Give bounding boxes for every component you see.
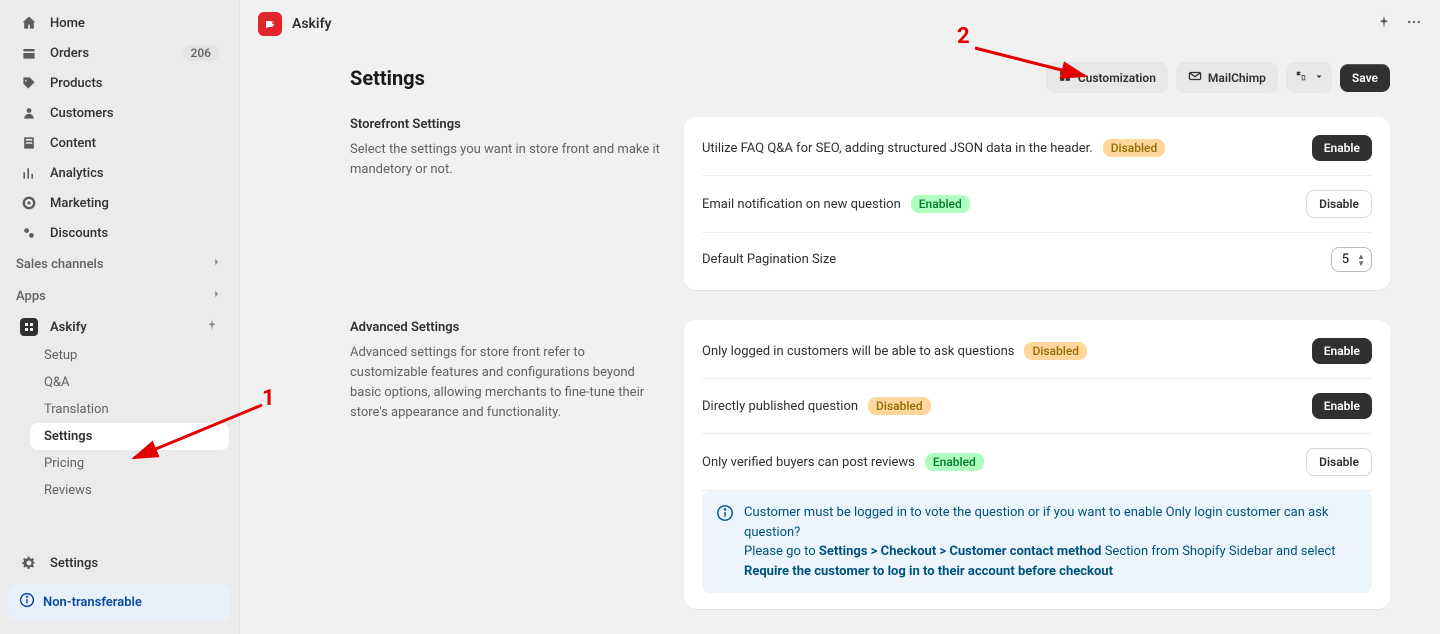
nav-label: Settings (50, 556, 98, 571)
nav-analytics[interactable]: Analytics (6, 158, 233, 188)
nav-content[interactable]: Content (6, 128, 233, 158)
section-title: Advanced Settings (350, 320, 660, 335)
nav-home[interactable]: Home (6, 8, 233, 38)
nav-label: Products (50, 76, 102, 91)
page-title: Settings (350, 66, 425, 90)
products-icon (20, 74, 38, 92)
nav-customers[interactable]: Customers (6, 98, 233, 128)
nav-discounts[interactable]: Discounts (6, 218, 233, 248)
content-icon (20, 134, 38, 152)
annotation-2: 2 (957, 24, 970, 49)
app-label: Askify (50, 320, 87, 335)
nav-settings[interactable]: Settings (6, 548, 233, 578)
nav-label: Marketing (50, 196, 109, 211)
non-transferable-badge[interactable]: Non-transferable (8, 584, 231, 620)
nav-label: Orders (50, 46, 89, 61)
nav-products[interactable]: Products (6, 68, 233, 98)
info-text: Customer must be logged in to vote the q… (744, 503, 1358, 581)
stepper-value: 5 (1342, 252, 1349, 267)
setting-row: Directly published question Disabled Ena… (702, 379, 1372, 434)
info-icon (716, 504, 734, 581)
nav-marketing[interactable]: Marketing (6, 188, 233, 218)
translate-button[interactable] (1286, 62, 1332, 93)
status-badge: Disabled (868, 397, 931, 415)
home-icon (20, 14, 38, 32)
sub-qa[interactable]: Q&A (30, 369, 233, 396)
annotation-1: 1 (262, 386, 275, 411)
chevron-down-icon (1314, 71, 1324, 85)
section-desc: Select the settings you want in store fr… (350, 140, 660, 180)
row-text: Email notification on new question (702, 197, 901, 212)
status-badge: Enabled (911, 195, 970, 213)
setting-row: Only logged in customers will be able to… (702, 324, 1372, 379)
section-label: Apps (16, 289, 46, 304)
main: Askify Settings Customization MailChimp (240, 0, 1440, 634)
status-badge: Enabled (925, 453, 984, 471)
advanced-card: Only logged in customers will be able to… (684, 320, 1390, 609)
enable-button[interactable]: Enable (1312, 338, 1372, 364)
customers-icon (20, 104, 38, 122)
chevron-right-icon (211, 288, 223, 304)
status-badge: Disabled (1024, 342, 1087, 360)
more-icon[interactable] (1406, 14, 1422, 34)
page-header: Settings Customization MailChimp Save (350, 62, 1390, 93)
askify-app-icon (20, 318, 38, 336)
askify-logo (258, 12, 282, 36)
stepper-arrows[interactable]: ▲▼ (1357, 253, 1365, 267)
setting-row: Utilize FAQ Q&A for SEO, adding structur… (702, 121, 1372, 176)
topbar-app-name: Askify (292, 16, 332, 32)
nav-label: Customers (50, 106, 114, 121)
sub-setup[interactable]: Setup (30, 342, 233, 369)
marketing-icon (20, 194, 38, 212)
disable-button[interactable]: Disable (1306, 448, 1372, 476)
section-label: Sales channels (16, 257, 104, 272)
row-text: Only verified buyers can post reviews (702, 455, 915, 470)
info-box: Customer must be logged in to vote the q… (702, 491, 1372, 593)
pin-icon[interactable] (1376, 14, 1392, 34)
nav-label: Discounts (50, 226, 108, 241)
row-text: Default Pagination Size (702, 252, 836, 267)
gear-icon (20, 554, 38, 572)
row-text: Directly published question (702, 399, 858, 414)
storefront-section: Storefront Settings Select the settings … (350, 117, 1390, 290)
analytics-icon (20, 164, 38, 182)
disable-button[interactable]: Disable (1306, 190, 1372, 218)
annotation-arrow-1 (122, 400, 272, 470)
mail-icon (1188, 69, 1202, 86)
sub-reviews[interactable]: Reviews (30, 477, 233, 504)
advanced-section: Advanced Settings Advanced settings for … (350, 320, 1390, 609)
save-button[interactable]: Save (1340, 64, 1390, 92)
storefront-card: Utilize FAQ Q&A for SEO, adding structur… (684, 117, 1390, 290)
non-transfer-label: Non-transferable (43, 595, 142, 610)
setting-row: Only verified buyers can post reviews En… (702, 434, 1372, 491)
pin-icon[interactable] (205, 318, 219, 336)
section-desc: Advanced settings for store front refer … (350, 343, 660, 424)
apps-header[interactable]: Apps (0, 280, 239, 312)
enable-button[interactable]: Enable (1312, 393, 1372, 419)
app-askify[interactable]: Askify (6, 312, 233, 342)
discounts-icon (20, 224, 38, 242)
orders-badge: 206 (183, 45, 219, 61)
chevron-right-icon (211, 256, 223, 272)
annotation-arrow-2 (970, 40, 1100, 86)
row-text: Only logged in customers will be able to… (702, 344, 1014, 359)
status-badge: Disabled (1103, 139, 1166, 157)
nav-label: Content (50, 136, 96, 151)
orders-icon (20, 44, 38, 62)
enable-button[interactable]: Enable (1312, 135, 1372, 161)
nav-label: Home (50, 16, 85, 31)
translate-icon (1294, 69, 1308, 86)
nav-label: Analytics (50, 166, 104, 181)
section-title: Storefront Settings (350, 117, 660, 132)
nav-orders[interactable]: Orders 206 (6, 38, 233, 68)
pagination-stepper[interactable]: 5 ▲▼ (1331, 247, 1372, 272)
row-text: Utilize FAQ Q&A for SEO, adding structur… (702, 141, 1093, 156)
setting-row: Email notification on new question Enabl… (702, 176, 1372, 233)
pagination-row: Default Pagination Size 5 ▲▼ (702, 233, 1372, 286)
sidebar: Home Orders 206 Products Customers Conte… (0, 0, 240, 634)
info-icon-small (19, 592, 35, 612)
sales-channels-header[interactable]: Sales channels (0, 248, 239, 280)
mailchimp-button[interactable]: MailChimp (1176, 62, 1278, 93)
topbar: Askify (240, 0, 1440, 48)
